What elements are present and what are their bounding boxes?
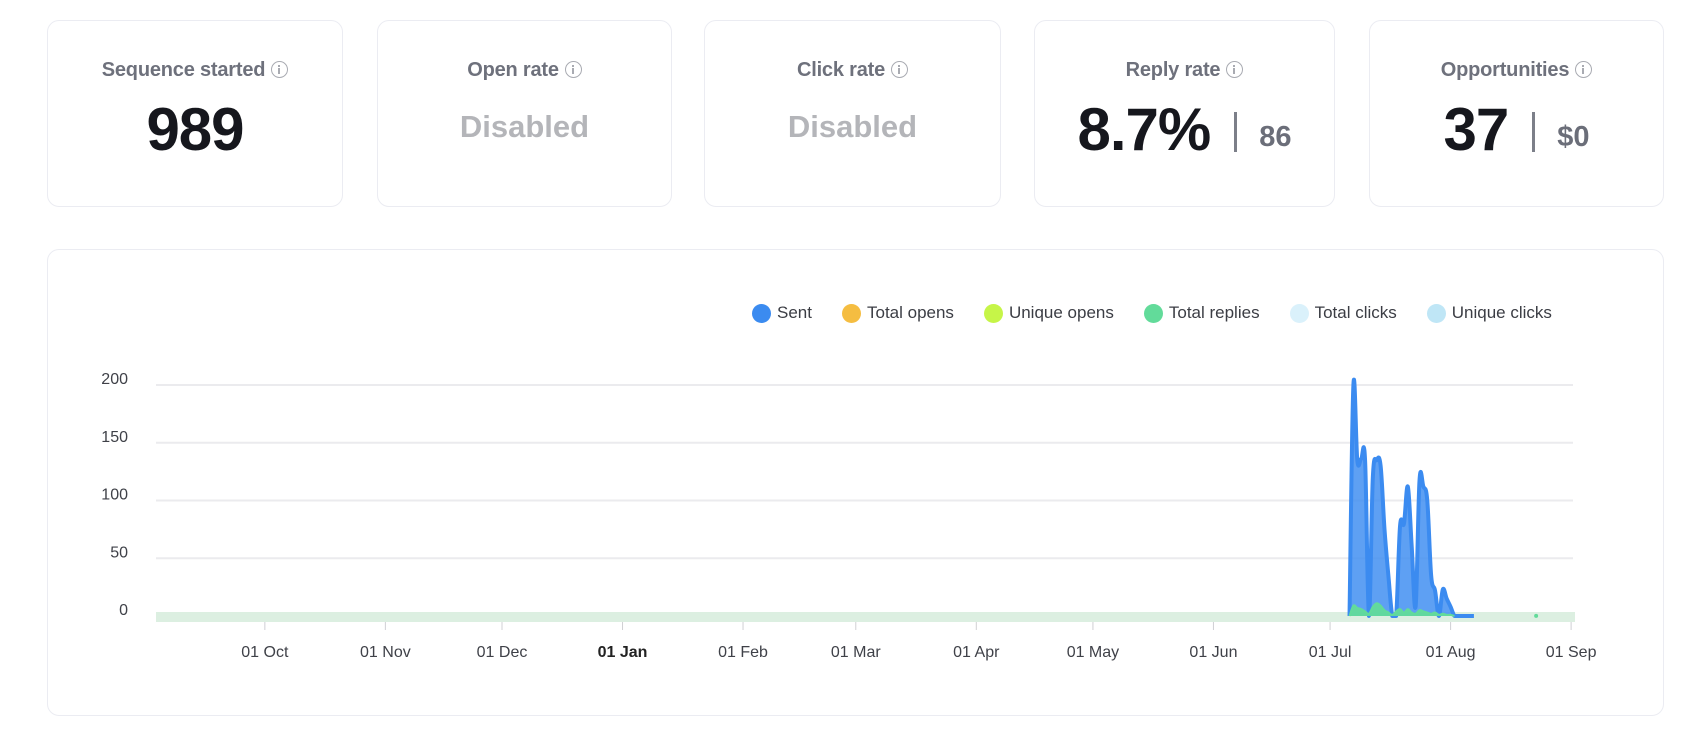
x-tick-label: 01 Jun	[1189, 644, 1237, 661]
x-tick-label: 01 Jul	[1309, 644, 1352, 661]
x-tick-label: 01 Nov	[360, 644, 411, 661]
total-replies-point	[1534, 613, 1539, 618]
x-tick-label: 01 Jan	[598, 644, 648, 661]
sent-line	[1347, 377, 1474, 618]
y-tick-label: 100	[101, 487, 128, 504]
y-tick-label: 150	[101, 429, 128, 446]
y-tick-label: 0	[119, 602, 128, 619]
x-tick-label: 01 Aug	[1426, 644, 1476, 661]
x-tick-label: 01 Sep	[1546, 644, 1597, 661]
activity-chart: 0 50 100 150 200 01 Oct 01 Nov 01 Dec 01 Jan 01 F…	[101, 371, 1597, 661]
y-tick-label: 50	[110, 544, 128, 561]
x-tick-label: 01 Dec	[477, 644, 528, 661]
x-tick-label: 01 Oct	[241, 644, 289, 661]
x-tick-label: 01 Feb	[718, 644, 768, 661]
x-tick-label: 01 Apr	[953, 644, 1000, 661]
y-tick-label: 200	[101, 371, 128, 388]
x-tick-label: 01 May	[1067, 644, 1119, 661]
x-tick-label: 01 Mar	[831, 644, 881, 661]
